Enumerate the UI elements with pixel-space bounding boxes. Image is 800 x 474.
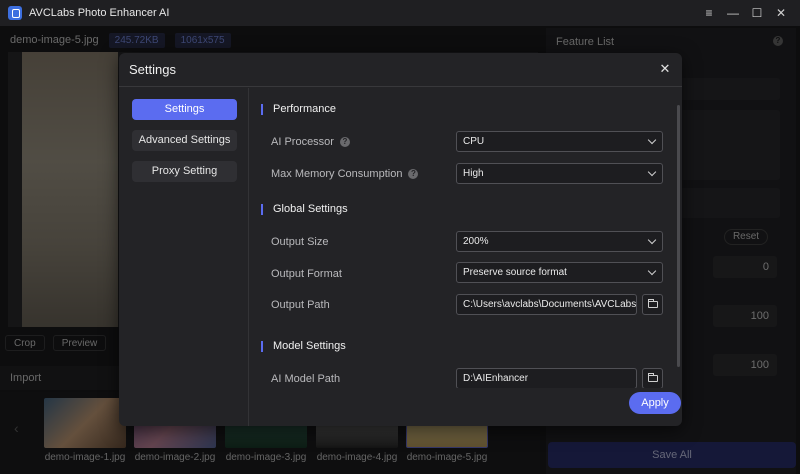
chevron-down-icon [647, 235, 657, 245]
browse-model-button[interactable] [642, 368, 663, 388]
app-title: AVCLabs Photo Enhancer AI [29, 7, 170, 19]
nav-item-proxy-setting[interactable]: Proxy Setting [132, 161, 237, 182]
menu-icon[interactable]: ≡ [698, 2, 720, 24]
settings-scrollbar[interactable] [677, 105, 680, 367]
output-format-text: Output Format [271, 268, 342, 280]
ai-processor-text: AI Processor [271, 136, 334, 148]
apply-button[interactable]: Apply [629, 392, 681, 414]
output-format-value: Preserve source format [463, 267, 567, 278]
output-size-text: Output Size [271, 236, 329, 248]
output-path-text: Output Path [271, 299, 330, 311]
output-format-label: Output Format [271, 268, 342, 280]
ai-processor-value: CPU [463, 136, 485, 147]
window-controls: ≡ — ☐ ✕ [698, 0, 792, 26]
chevron-down-icon [647, 167, 657, 177]
minimize-icon[interactable]: — [722, 2, 744, 24]
title-bar: AVCLabs Photo Enhancer AI ≡ — ☐ ✕ [0, 0, 800, 26]
output-path-input[interactable]: C:\Users\avclabs\Documents\AVCLabs [456, 294, 637, 315]
help-icon[interactable]: ? [408, 169, 419, 179]
max-memory-text: Max Memory Consumption [271, 168, 403, 180]
browse-output-button[interactable] [642, 294, 663, 315]
ai-model-path-text: AI Model Path [271, 373, 341, 385]
help-icon[interactable]: ? [339, 137, 350, 147]
output-size-select[interactable]: 200% [456, 231, 663, 252]
output-path-label: Output Path [271, 299, 330, 311]
max-memory-select[interactable]: High [456, 163, 663, 184]
max-memory-value: High [463, 168, 484, 179]
folder-icon [648, 373, 658, 382]
output-size-label: Output Size [271, 236, 328, 248]
section-model-settings: Model Settings [261, 341, 346, 352]
app-logo-icon [8, 6, 22, 20]
maximize-icon[interactable]: ☐ [746, 2, 768, 24]
max-memory-label: Max Memory Consumption ? [271, 168, 419, 180]
ai-processor-label: AI Processor ? [271, 136, 350, 148]
settings-dialog: Settings ✕ Settings Advanced Settings Pr… [119, 53, 682, 426]
output-format-select[interactable]: Preserve source format [456, 262, 663, 283]
folder-icon [648, 299, 658, 308]
settings-nav: Settings Advanced Settings Proxy Setting [119, 88, 249, 426]
ai-processor-select[interactable]: CPU [456, 131, 663, 152]
dialog-header: Settings ✕ [119, 53, 682, 87]
chevron-down-icon [647, 135, 657, 145]
output-size-value: 200% [463, 236, 489, 247]
settings-content: Performance AI Processor ? CPU Max Memor… [250, 88, 682, 388]
chevron-down-icon [647, 266, 657, 276]
close-icon[interactable]: ✕ [770, 2, 792, 24]
dialog-title: Settings [129, 62, 176, 77]
close-icon[interactable]: ✕ [658, 62, 672, 76]
section-performance: Performance [261, 104, 336, 115]
nav-item-settings[interactable]: Settings [132, 99, 237, 120]
ai-model-path-input[interactable]: D:\AIEnhancer [456, 368, 637, 388]
nav-item-advanced-settings[interactable]: Advanced Settings [132, 130, 237, 151]
section-global-settings: Global Settings [261, 204, 348, 215]
ai-model-path-label: AI Model Path [271, 373, 340, 385]
